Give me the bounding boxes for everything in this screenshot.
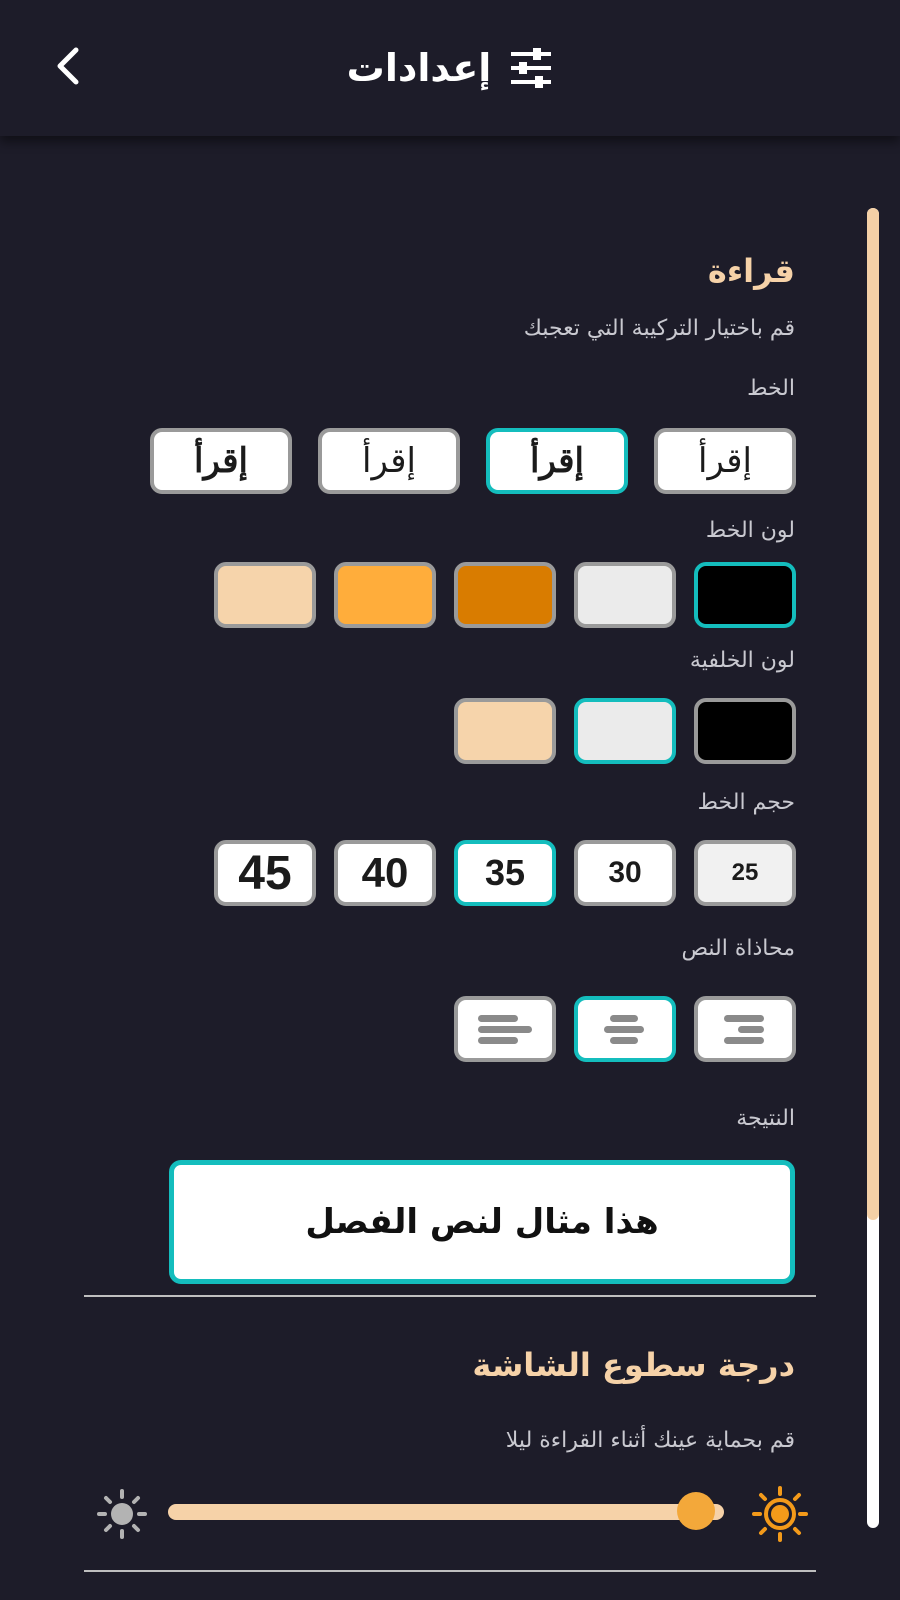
brightness-section-subtitle: قم بحماية عينك أثناء القراءة ليلا (505, 1428, 795, 1453)
sliders-icon (511, 48, 552, 88)
result-preview-text: هذا مثال لنص الفصل (305, 1202, 659, 1242)
background-color-label: لون الخلفية (689, 648, 795, 673)
font-options: إقرأ إقرأ إقرأ إقرأ (150, 428, 796, 494)
font-color-swatch-2[interactable] (574, 562, 676, 628)
font-color-swatch-4[interactable] (334, 562, 436, 628)
font-size-options: 25 30 35 40 45 (214, 840, 796, 906)
sun-icon (752, 1486, 808, 1542)
font-size-option-25[interactable]: 25 (694, 840, 796, 906)
text-alignment-label: محاذاة النص (681, 936, 795, 961)
scrollbar-thumb[interactable] (867, 208, 879, 1220)
font-color-swatch-3[interactable] (454, 562, 556, 628)
alignment-option-2[interactable] (574, 996, 676, 1062)
sun-dim-icon (97, 1489, 147, 1539)
font-color-swatch-5[interactable] (214, 562, 316, 628)
font-size-option-45[interactable]: 45 (214, 840, 316, 906)
brightness-slider-thumb[interactable] (677, 1492, 716, 1530)
font-option-4[interactable]: إقرأ (150, 428, 292, 494)
font-color-swatch-1[interactable] (694, 562, 796, 628)
section-divider-bottom (84, 1570, 816, 1572)
reading-section-subtitle: قم باختيار التركيبة التي تعجبك (523, 316, 795, 341)
font-color-label: لون الخط (705, 518, 795, 543)
font-option-2[interactable]: إقرأ (486, 428, 628, 494)
header-title-group: إعدادات (0, 36, 900, 100)
background-color-swatch-2[interactable] (574, 698, 676, 764)
text-alignment-options (454, 996, 796, 1062)
font-option-1[interactable]: إقرأ (654, 428, 796, 494)
font-size-option-30[interactable]: 30 (574, 840, 676, 906)
brightness-section-title: درجة سطوع الشاشة (472, 1346, 795, 1384)
align-right-icon (724, 1015, 764, 1044)
background-color-options (454, 698, 796, 764)
font-label: الخط (747, 376, 795, 401)
section-divider (84, 1295, 816, 1297)
font-size-label: حجم الخط (697, 790, 795, 815)
reading-section-title: قراءة (707, 252, 795, 290)
page-title: إعدادات (346, 46, 492, 90)
result-label: النتيجة (736, 1106, 795, 1131)
alignment-option-3[interactable] (454, 996, 556, 1062)
result-preview: هذا مثال لنص الفصل (169, 1160, 795, 1284)
font-color-options (214, 562, 796, 628)
align-left-icon (478, 1015, 532, 1044)
background-color-swatch-1[interactable] (694, 698, 796, 764)
brightness-slider-track[interactable] (168, 1504, 724, 1520)
font-size-option-35[interactable]: 35 (454, 840, 556, 906)
alignment-option-1[interactable] (694, 996, 796, 1062)
align-center-icon (604, 1015, 644, 1044)
app-header: إعدادات (0, 0, 900, 136)
font-size-option-40[interactable]: 40 (334, 840, 436, 906)
font-option-3[interactable]: إقرأ (318, 428, 460, 494)
background-color-swatch-3[interactable] (454, 698, 556, 764)
